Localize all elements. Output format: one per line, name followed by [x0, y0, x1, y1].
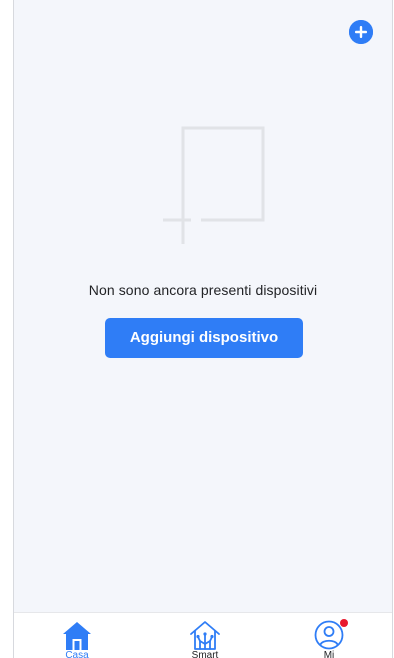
- notification-badge: [340, 619, 348, 627]
- empty-state-message: Non sono ancora presenti dispositivi: [88, 282, 318, 298]
- tab-me-label: Mi: [323, 650, 335, 658]
- tab-smart-label: Smart: [191, 650, 219, 658]
- empty-devices-icon: [147, 126, 267, 246]
- plus-circle-icon: [349, 20, 373, 44]
- add-button[interactable]: [349, 20, 373, 44]
- home-icon: [61, 619, 93, 651]
- tab-home-label: Casa: [65, 650, 89, 658]
- tab-me[interactable]: Mi: [289, 613, 369, 658]
- app-screen: Non sono ancora presenti dispositivi Agg…: [13, 0, 393, 658]
- tab-smart[interactable]: Smart: [165, 613, 245, 658]
- bottom-tab-bar: Casa Smart Mi: [14, 612, 392, 658]
- smart-home-icon: [189, 619, 221, 651]
- add-device-button[interactable]: Aggiungi dispositivo: [105, 318, 303, 358]
- tab-home[interactable]: Casa: [37, 613, 117, 658]
